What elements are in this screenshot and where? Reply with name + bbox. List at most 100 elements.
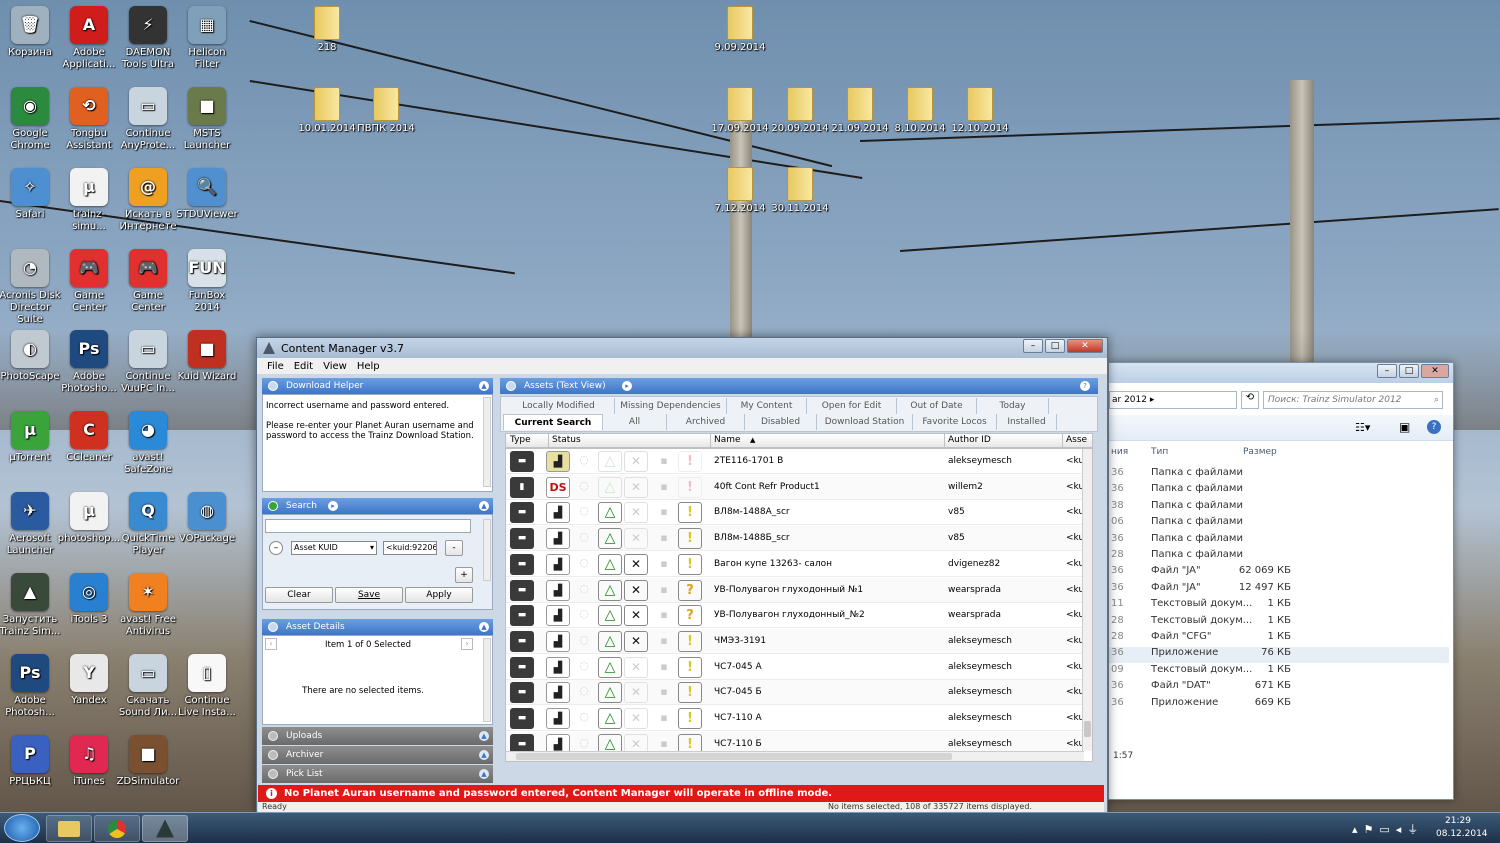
uploads-header[interactable]: Uploads ▲ <box>262 727 493 745</box>
desktop-icon[interactable]: ▭ Скачать Sound Ли... <box>116 654 180 719</box>
file-row[interactable]: 11 Текстовый докум... 1 КБ <box>1109 598 1449 614</box>
desktop-icon[interactable]: ▲ Запустить Trainz Sim... <box>0 573 62 638</box>
close-button[interactable]: ✕ <box>1067 339 1103 353</box>
maximize-button[interactable]: □ <box>1045 339 1065 353</box>
menu-file[interactable]: File <box>267 361 284 372</box>
help-icon[interactable]: ? <box>1080 381 1090 391</box>
filter-tab[interactable]: Favorite Locos <box>913 414 997 430</box>
col-type[interactable]: Type <box>510 434 531 447</box>
start-button[interactable] <box>4 814 40 842</box>
desktop-icon[interactable]: Q QuickTime Player <box>116 492 180 557</box>
file-row[interactable]: 38 Папка с файлами <box>1109 500 1449 516</box>
preview-pane-icon[interactable]: ▣ <box>1399 420 1410 434</box>
maximize-button[interactable]: □ <box>1399 364 1419 378</box>
asset-row[interactable]: ▬ ▟ ◌ △ ✕ ▪! ЧС7-045 Бalekseymesch <ku <box>506 680 1084 706</box>
desktop-folder[interactable]: 20.09.2014 <box>768 87 832 134</box>
file-row[interactable]: 28 Папка с файлами <box>1109 549 1449 565</box>
add-condition-button[interactable]: + <box>455 567 473 583</box>
desktop-folder[interactable]: 30.11.2014 <box>768 167 832 214</box>
arrow-icon[interactable]: ▸ <box>328 501 338 511</box>
asset-row[interactable]: ▬ ▟ ◌ △ ✕ ▪! ВЛ8м-1488Б_scr v85 <ku <box>506 526 1084 552</box>
asset-row[interactable]: ▬ ▟ ◌ △ ✕ ▪! ЧМЭ3-3191 alekseymesch <ku <box>506 628 1084 654</box>
asset-row[interactable]: ▬ ▟ ◌ △ ✕ ▪! ЧС7-110 Аalekseymesch <ku <box>506 706 1084 731</box>
filter-tab[interactable]: My Content <box>727 398 807 414</box>
filter-tab[interactable]: Locally Modified <box>503 398 615 414</box>
desktop-folder[interactable]: ПВПК 2014 <box>354 87 418 134</box>
desktop-icon[interactable]: ▭ Continue AnyProte... <box>116 87 180 152</box>
file-row[interactable]: 36 Приложение 76 КБ <box>1109 647 1449 664</box>
search-text-input[interactable] <box>265 519 471 533</box>
file-row[interactable]: 28 Файл "CFG" 1 КБ <box>1109 631 1449 647</box>
col-name[interactable]: Name <box>710 434 741 447</box>
filter-tab[interactable]: Download Station <box>817 414 913 430</box>
desktop-icon[interactable]: ▯ Continue Live Insta... <box>175 654 239 719</box>
desktop-folder[interactable]: 218 <box>295 6 359 53</box>
filter-tab[interactable]: Missing Dependencies <box>615 398 727 414</box>
horizontal-scrollbar[interactable] <box>506 751 1084 761</box>
desktop-icon[interactable]: ⟲ Tongbu Assistant <box>57 87 121 152</box>
taskbar-content-manager[interactable] <box>142 815 188 842</box>
desktop-icon[interactable]: 🔍 STDUViewer <box>175 168 239 221</box>
collapse-icon[interactable]: ▲ <box>479 622 489 632</box>
desktop-icon[interactable]: 🎮 Game Center <box>116 249 180 314</box>
arrow-icon[interactable]: ▸ <box>622 381 632 391</box>
collapse-icon[interactable]: ▲ <box>479 381 489 391</box>
desktop-icon[interactable]: Ps Adobe Photosh... <box>0 654 62 719</box>
desktop-icon[interactable]: C CCleaner <box>57 411 121 464</box>
desktop-icon[interactable]: FUN FunBox 2014 <box>175 249 239 314</box>
desktop-icon[interactable]: ▭ Continue VuuPC In... <box>116 330 180 395</box>
file-row[interactable]: 28 Текстовый докум... 1 КБ <box>1109 615 1449 631</box>
asset-row[interactable]: ▮ DS ◌ △ ✕ ▪! 40ft Cont Refr Product1 willem2 <k… <box>506 474 1084 500</box>
desktop-folder[interactable]: 8.10.2014 <box>888 87 952 134</box>
taskbar-chrome[interactable] <box>94 815 140 842</box>
desktop-folder[interactable]: 9.09.2014 <box>708 6 772 53</box>
file-row[interactable]: 36 Приложение 669 КБ <box>1109 697 1449 713</box>
file-row[interactable]: 36 Файл "JA" 12 497 КБ <box>1109 582 1449 598</box>
clock-date[interactable]: 08.12.2014 <box>1436 829 1488 839</box>
asset-row[interactable]: ▬ ▟ ◌ △ ✕ ▪! Вагон купе 13263- салон dvigenez82… <box>506 551 1084 577</box>
menu-view[interactable]: View <box>323 361 347 372</box>
filter-tab[interactable]: Archived <box>667 414 745 430</box>
scrollbar[interactable] <box>483 638 491 722</box>
scroll-thumb[interactable] <box>1084 721 1091 737</box>
desktop-icon[interactable]: ◍ VOPackage <box>175 492 239 545</box>
view-icon[interactable]: ☷▾ <box>1355 421 1370 434</box>
field-select[interactable]: Asset KUID ▾ <box>291 541 377 555</box>
download-helper-header[interactable]: Download Helper ▲ <box>262 378 493 394</box>
file-row[interactable]: 36 Папка с файлами <box>1109 483 1449 499</box>
tray-icons[interactable]: ▴⚑▭◂⏚ <box>1352 821 1424 837</box>
desktop-icon[interactable]: ✶ avast! Free Antivirus <box>116 573 180 638</box>
filter-tab[interactable]: Open for Edit <box>807 398 897 414</box>
file-row[interactable]: 36 Файл "DAT" 671 КБ <box>1109 680 1449 696</box>
col-partial[interactable]: ния <box>1111 447 1128 457</box>
explorer-window[interactable]: – □ ✕ ar 2012 ▸ ⟲ Поиск: Trainz Simulato… <box>1108 362 1454 800</box>
explorer-search-input[interactable]: Поиск: Trainz Simulator 2012 ⌕ <box>1263 391 1443 409</box>
desktop-icon[interactable]: ■ Kuid Wizard <box>175 330 239 383</box>
desktop-icon[interactable]: ◉ Google Chrome <box>0 87 62 152</box>
asset-row[interactable]: ▬ ▟ ◌ △ ✕ ▪? УВ-Полувагон глуходонный_№2 wearsp… <box>506 603 1084 629</box>
desktop-folder[interactable]: 17.09.2014 <box>708 87 772 134</box>
desktop-icon[interactable]: ■ MSTS Launcher <box>175 87 239 152</box>
scrollbar[interactable] <box>483 397 491 487</box>
desktop-icon[interactable]: ✈ Aerosoft Launcher <box>0 492 62 557</box>
desktop-icon[interactable]: µ trainz-simu... <box>57 168 121 233</box>
desktop-folder[interactable]: 7.12.2014 <box>708 167 772 214</box>
desktop-icon[interactable]: ◕ avast! SafeZone <box>116 411 180 476</box>
clock-time[interactable]: 21:29 <box>1445 816 1471 826</box>
filter-tab[interactable]: All <box>603 414 667 430</box>
desktop-icon[interactable]: ◎ iTools 3 <box>57 573 121 626</box>
desktop-icon[interactable]: ♫ iTunes <box>57 735 121 788</box>
help-icon[interactable]: ? <box>1427 420 1441 434</box>
desktop-icon[interactable]: ⚡ DAEMON Tools Ultra <box>116 6 180 71</box>
col-asset[interactable]: Asse <box>1062 434 1087 447</box>
close-button[interactable]: ✕ <box>1421 364 1449 378</box>
operator-button[interactable]: - <box>445 540 463 556</box>
minimize-button[interactable]: – <box>1023 339 1043 353</box>
desktop-icon[interactable]: µ photoshop... <box>57 492 121 545</box>
assets-header[interactable]: Assets (Text View) ▸ ? <box>500 378 1098 394</box>
file-row[interactable]: 36 Папка с файлами <box>1109 467 1449 483</box>
col-size[interactable]: Размер <box>1243 447 1277 457</box>
expand-icon[interactable]: ▲ <box>479 769 489 779</box>
filter-tab[interactable]: Out of Date <box>897 398 977 414</box>
desktop-icon[interactable]: ◐ PhotoScape <box>0 330 62 383</box>
